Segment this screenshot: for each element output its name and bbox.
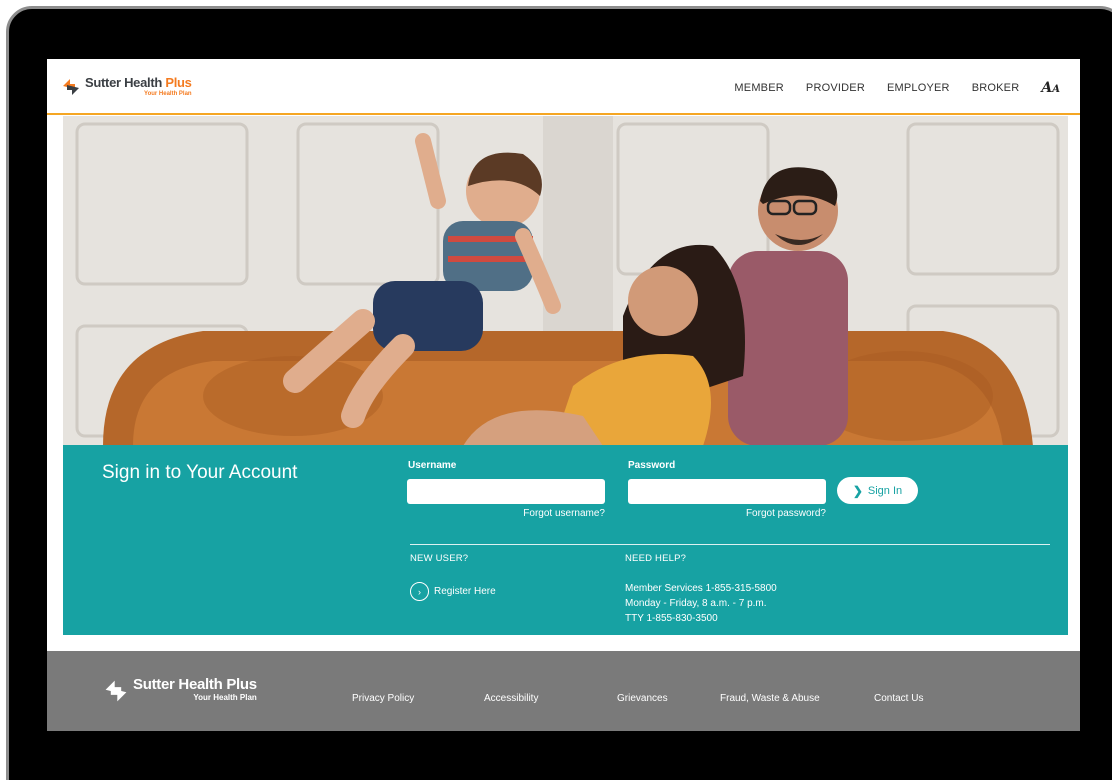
logo-name: Sutter Health Plus xyxy=(85,75,192,90)
signin-button-label: Sign In xyxy=(867,484,903,497)
need-help-heading: NEED HELP? xyxy=(625,553,687,564)
password-label: Password xyxy=(628,460,676,471)
browser-screen: Sutter Health Plus Your Health Plan MEMB… xyxy=(47,59,1080,731)
footer-link-privacy[interactable]: Privacy Policy xyxy=(352,693,484,704)
logo-tagline: Your Health Plan xyxy=(144,91,192,97)
username-label: Username xyxy=(408,460,457,471)
main-nav: MEMBER PROVIDER EMPLOYER BROKER AA xyxy=(712,80,1060,96)
chevron-right-icon: ❯ xyxy=(852,483,863,498)
forgot-password-link[interactable]: Forgot password? xyxy=(726,508,826,519)
footer-link-contact[interactable]: Contact Us xyxy=(874,693,923,704)
new-user-heading: NEW USER? xyxy=(410,553,469,564)
footer-logo-tagline: Your Health Plan xyxy=(193,693,257,702)
nav-broker[interactable]: BROKER xyxy=(972,82,1020,94)
site-footer: Sutter Health Plus Your Health Plan Priv… xyxy=(47,651,1080,731)
site-logo[interactable]: Sutter Health Plus Your Health Plan xyxy=(61,76,192,97)
signin-title: Sign in to Your Account xyxy=(102,462,298,483)
logo-mark-icon xyxy=(63,79,79,95)
footer-nav: Privacy Policy Accessibility Grievances … xyxy=(352,693,923,704)
divider xyxy=(410,544,1050,545)
signin-panel: Sign in to Your Account Username Forgot … xyxy=(63,445,1068,635)
help-line-hours: Monday - Friday, 8 a.m. - 7 p.m. xyxy=(625,598,767,609)
footer-logo-name: Sutter Health Plus xyxy=(133,676,257,693)
site-header: Sutter Health Plus Your Health Plan MEMB… xyxy=(47,59,1080,115)
footer-link-grievances[interactable]: Grievances xyxy=(617,693,720,704)
password-input[interactable] xyxy=(628,479,826,504)
register-link[interactable]: › Register Here xyxy=(410,582,496,601)
footer-link-accessibility[interactable]: Accessibility xyxy=(484,693,617,704)
help-line-tty: TTY 1-855-830-3500 xyxy=(625,613,718,624)
family-on-sofa-photo xyxy=(63,116,1068,446)
nav-member[interactable]: MEMBER xyxy=(734,82,783,94)
text-size-icon[interactable]: AA xyxy=(1041,80,1060,96)
hero-image xyxy=(63,116,1068,446)
nav-provider[interactable]: PROVIDER xyxy=(806,82,865,94)
chevron-circle-icon: › xyxy=(410,582,429,601)
username-input[interactable] xyxy=(407,479,605,504)
footer-logo[interactable]: Sutter Health Plus Your Health Plan xyxy=(103,677,257,704)
nav-employer[interactable]: EMPLOYER xyxy=(887,82,950,94)
forgot-username-link[interactable]: Forgot username? xyxy=(507,508,605,519)
footer-link-fraud[interactable]: Fraud, Waste & Abuse xyxy=(720,693,874,704)
signin-button[interactable]: ❯ Sign In xyxy=(837,477,918,504)
help-line-phone: Member Services 1-855-315-5800 xyxy=(625,583,777,594)
register-label: Register Here xyxy=(434,586,496,597)
footer-logo-mark-icon xyxy=(105,680,127,702)
